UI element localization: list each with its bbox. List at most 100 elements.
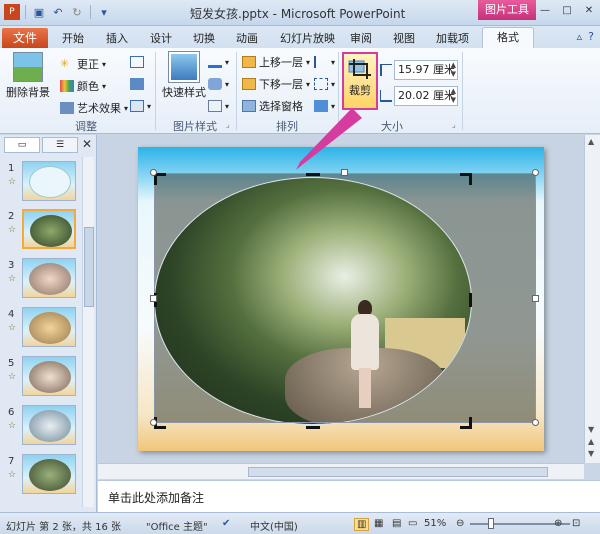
zoom-out-icon[interactable]: ⊖ [456, 518, 464, 529]
window-controls: — □ ✕ [538, 4, 596, 18]
crop-handle-bottom[interactable] [306, 426, 320, 429]
previous-slide-icon[interactable]: ▲ [588, 437, 594, 446]
corrections-button[interactable]: ✳ 更正 ▾ [60, 56, 106, 72]
width-field[interactable]: 20.02 厘米 ▲ ▼ [394, 86, 458, 106]
resize-handle[interactable] [532, 169, 539, 176]
tab-insert[interactable]: 插入 [106, 30, 128, 46]
fit-to-window-icon[interactable]: ⊡ [572, 518, 580, 529]
slide-thumbnail-selected[interactable]: 2 ☆ [4, 209, 82, 253]
tab-format[interactable]: 格式 [482, 27, 534, 49]
tab-slideshow[interactable]: 幻灯片放映 [280, 30, 335, 46]
horizontal-scrollbar[interactable] [98, 463, 584, 479]
rotate-icon[interactable]: ▾ [314, 100, 335, 112]
collapse-ribbon-icon[interactable]: ▵ [577, 30, 583, 43]
resize-handle[interactable] [341, 169, 348, 176]
slide-thumbnail[interactable]: 4 ☆ [4, 307, 82, 351]
transition-icon: ☆ [8, 372, 17, 382]
reading-view-icon[interactable]: ▤ [392, 518, 401, 529]
tab-addins[interactable]: 加载项 [436, 30, 469, 46]
width-icon [380, 90, 392, 102]
language-indicator[interactable]: 中文(中国) [250, 518, 298, 533]
send-backward-button[interactable]: 下移一层 ▾ [242, 76, 310, 92]
slide-thumbnail[interactable]: 6 ☆ [4, 405, 82, 449]
quick-styles-icon [169, 52, 199, 82]
crop-handle-right[interactable] [469, 293, 472, 307]
tab-review[interactable]: 审阅 [350, 30, 372, 46]
picture-layout-icon[interactable]: ▾ [208, 100, 229, 112]
vertical-scrollbar[interactable]: ▲ ▼ ▲ ▼ [584, 135, 600, 463]
color-palette-icon [60, 80, 74, 92]
tab-file[interactable]: 文件 [2, 28, 48, 48]
scroll-up-icon[interactable]: ▲ [588, 137, 594, 146]
slide-sorter-icon[interactable]: ▦ [374, 518, 383, 529]
crop-handle-bottom-right[interactable] [460, 417, 472, 429]
artistic-effects-button[interactable]: 艺术效果 ▾ [60, 100, 128, 116]
slide-thumbnail[interactable]: 1 ☆ [4, 161, 82, 205]
zoom-in-icon[interactable]: ⊕ [554, 518, 562, 529]
notes-pane[interactable]: 单击此处添加备注 [98, 480, 600, 512]
sun-icon: ✳ [60, 57, 70, 70]
reset-picture-icon[interactable]: ▾ [130, 100, 151, 112]
width-spin-arrows[interactable]: ▲ ▼ [451, 87, 456, 105]
slide-canvas[interactable] [138, 147, 544, 451]
height-spin-arrows[interactable]: ▲ ▼ [451, 61, 456, 79]
picture-border-icon[interactable]: ▾ [208, 56, 229, 68]
scroll-down-icon[interactable]: ▼ [588, 425, 594, 434]
normal-view-icon[interactable]: ▥ [354, 518, 370, 531]
resize-handle[interactable] [150, 295, 157, 302]
group-picture-styles-label: 图片样式 [173, 120, 217, 133]
resize-handle[interactable] [532, 295, 539, 302]
zoom-slider-knob[interactable] [488, 518, 494, 529]
tab-design[interactable]: 设计 [150, 30, 172, 46]
picture-effects-icon[interactable]: ▾ [208, 78, 229, 90]
customize-qat-icon[interactable]: ▾ [96, 4, 112, 20]
size-dialog-launcher-icon[interactable]: ⌟ [452, 120, 456, 129]
crop-handle-top-right[interactable] [460, 173, 472, 185]
zoom-level[interactable]: 51% [424, 518, 446, 529]
close-pane-icon[interactable]: ✕ [82, 137, 92, 151]
group-icon[interactable]: ▾ [314, 78, 335, 90]
slides-pane-scrollbar[interactable] [82, 157, 94, 507]
slide-thumbnail[interactable]: 3 ☆ [4, 258, 82, 302]
slide-thumbnail[interactable]: 5 ☆ [4, 356, 82, 400]
bring-forward-button[interactable]: 上移一层 ▾ [242, 54, 310, 70]
height-field[interactable]: 15.97 厘米 ▲ ▼ [394, 60, 458, 80]
quick-styles-button[interactable]: 快速样式 [160, 52, 208, 100]
next-slide-icon[interactable]: ▼ [588, 449, 594, 458]
ribbon: 删除背景 ✳ 更正 ▾ 颜色 ▾ 艺术效果 ▾ ▾ 调整 快速样式 ▾ ▾ ▾ 图片样… [0, 48, 600, 134]
minimize-button[interactable]: — [538, 4, 552, 18]
dialog-launcher-icon[interactable]: ⌟ [226, 120, 230, 129]
tab-transitions[interactable]: 切换 [193, 30, 215, 46]
context-tab-picture-tools: 图片工具 [478, 0, 536, 20]
slideshow-icon[interactable]: ▭ [408, 518, 417, 529]
redo-icon[interactable]: ↻ [69, 4, 85, 20]
slide-thumbnail[interactable]: 7 ☆ [4, 454, 82, 498]
close-button[interactable]: ✕ [582, 4, 596, 18]
compress-pictures-icon[interactable] [130, 56, 144, 68]
resize-handle[interactable] [150, 169, 157, 176]
selection-pane-button[interactable]: 选择窗格 [242, 98, 303, 114]
color-button[interactable]: 颜色 ▾ [60, 78, 106, 94]
crop-handle-top[interactable] [306, 173, 320, 176]
change-picture-icon[interactable] [130, 78, 144, 90]
tab-view[interactable]: 视图 [393, 30, 415, 46]
powerpoint-icon[interactable]: P [4, 4, 20, 20]
resize-handle[interactable] [150, 419, 157, 426]
crop-button[interactable]: 裁剪 [342, 52, 378, 110]
tab-slides[interactable]: ▭ [4, 137, 40, 153]
spellcheck-icon[interactable]: ✔ [222, 518, 230, 529]
remove-background-button[interactable]: 删除背景 [6, 52, 50, 100]
maximize-button[interactable]: □ [560, 4, 574, 18]
crop-icon [347, 58, 373, 80]
tab-animations[interactable]: 动画 [236, 30, 258, 46]
help-icon[interactable]: ? [588, 30, 594, 43]
transition-icon: ☆ [8, 470, 17, 480]
picture-selection-frame [154, 173, 536, 423]
ribbon-tabs: 文件 开始 插入 设计 切换 动画 幻灯片放映 审阅 视图 加载项 格式 ▵ ? [0, 26, 600, 49]
tab-home[interactable]: 开始 [62, 30, 84, 46]
undo-icon[interactable]: ↶ [50, 4, 66, 20]
tab-outline[interactable]: ☰ [42, 137, 78, 153]
resize-handle[interactable] [532, 419, 539, 426]
align-icon[interactable]: ▾ [314, 56, 335, 68]
save-icon[interactable]: ▣ [31, 4, 47, 20]
